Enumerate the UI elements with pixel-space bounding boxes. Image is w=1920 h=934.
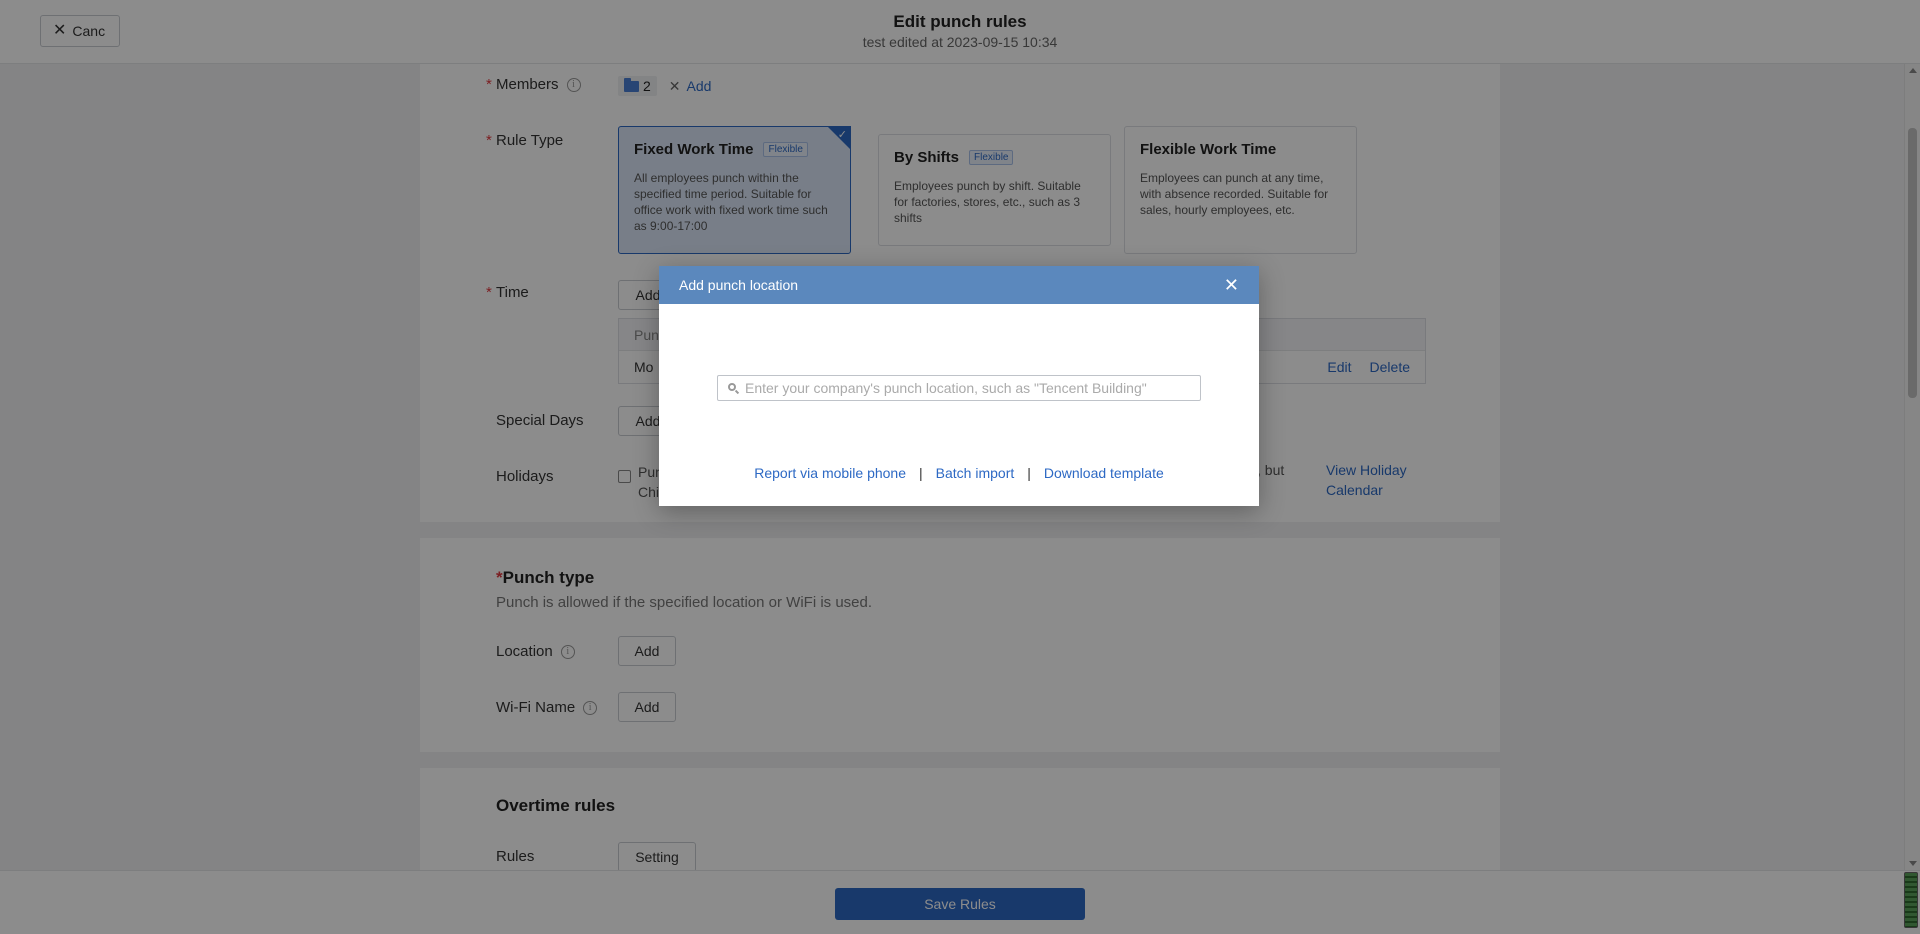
modal-header: Add punch location ✕ [659,266,1259,304]
download-template-link[interactable]: Download template [1044,465,1164,481]
batch-import-link[interactable]: Batch import [936,465,1015,481]
modal-title: Add punch location [679,277,799,293]
link-separator: | [1027,465,1031,481]
modal-links: Report via mobile phone | Batch import |… [659,465,1259,481]
location-search-box[interactable] [717,375,1201,401]
location-search-input[interactable] [745,380,1185,396]
report-via-mobile-link[interactable]: Report via mobile phone [754,465,906,481]
link-separator: | [919,465,923,481]
search-icon [728,382,740,394]
close-icon[interactable]: ✕ [1224,276,1239,294]
add-location-modal: Add punch location ✕ Report via mobile p… [659,266,1259,506]
